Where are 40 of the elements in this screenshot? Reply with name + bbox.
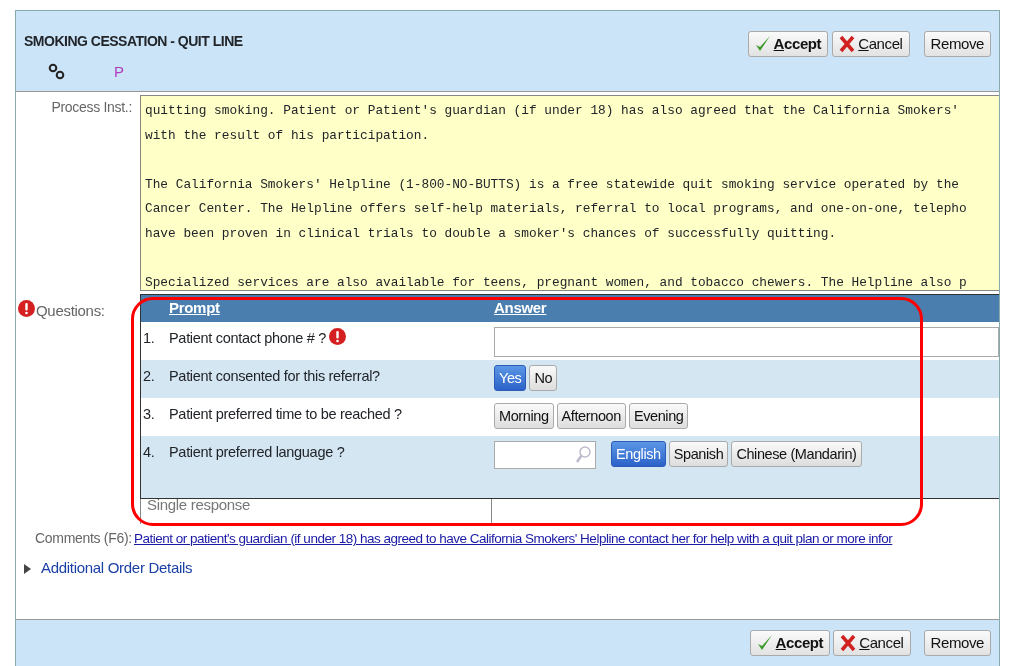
option-button[interactable]: Evening <box>628 403 689 429</box>
question-prompt: Patient consented for this referral? <box>169 367 380 386</box>
question-prompt: Patient preferred time to be reached ? <box>169 405 402 424</box>
search-icon <box>575 446 591 464</box>
option-button[interactable]: English <box>611 441 666 467</box>
response-type-text: Single response <box>147 499 251 513</box>
cancel-button[interactable]: Cancel <box>832 31 910 57</box>
option-button[interactable]: No <box>529 365 558 391</box>
questions-label: Questions: <box>36 301 105 321</box>
option-button[interactable]: Chinese (Mandarin) <box>731 441 862 467</box>
status-letter: P <box>114 61 124 82</box>
process-inst-label: Process Inst.: <box>51 99 132 115</box>
close-icon <box>840 634 857 652</box>
cancel-button[interactable]: Cancel <box>833 630 911 656</box>
expand-arrow-icon[interactable] <box>24 563 31 574</box>
option-button[interactable]: Yes <box>494 365 527 391</box>
option-button[interactable]: Afternoon <box>556 403 626 429</box>
option-button[interactable]: Morning <box>494 403 554 429</box>
additional-details-link[interactable]: Additional Order Details <box>41 557 193 580</box>
comments-label: Comments (F6): <box>35 529 132 548</box>
comments-link[interactable]: Patient or patient's guardian (if under 18) has agreed to have California Smokers' Helpline contact her for help with a quit plan or more infor <box>133 529 893 550</box>
order-title: SMOKING CESSATION - QUIT LINE <box>24 32 243 51</box>
option-button[interactable]: Spanish <box>668 441 729 467</box>
question-prompt: Patient contact phone # ? <box>169 329 326 348</box>
accept-button[interactable]: Accept <box>749 630 831 656</box>
column-header[interactable]: Answer <box>494 299 547 317</box>
plain-button[interactable]: Remove <box>923 31 991 57</box>
plain-button[interactable]: Remove <box>923 630 991 656</box>
row-number: 4. <box>142 443 156 462</box>
accept-button[interactable]: Accept <box>747 31 829 57</box>
row-number: 3. <box>142 405 156 424</box>
gears-icon[interactable] <box>48 63 66 81</box>
row-number: 1. <box>142 329 156 348</box>
close-icon <box>839 35 856 53</box>
question-prompt: Patient preferred language ? <box>169 443 345 462</box>
process-instructions-text: quitting smoking. Patient or Patient's guardian (if under 18) has also agreed that the California Smokers' with the result of his participation. The California Smokers' Helpline (1-800-NO-BUTTS) is a free statewide quit smoking service operated by the Cancer Center. The Helpline offers self-help materials, referral to local programs, and one-on-one, telepho have been proven in clinical trials to double a smoker's chances of successfully quitting. Specialized services are also available for teens, pregnant women, and tobacco chewers. The Helpline also p <box>140 95 999 291</box>
row-number: 2. <box>142 367 156 386</box>
search-field[interactable] <box>494 441 596 469</box>
column-header[interactable]: Prompt <box>169 299 220 317</box>
answer-field[interactable] <box>494 327 999 357</box>
